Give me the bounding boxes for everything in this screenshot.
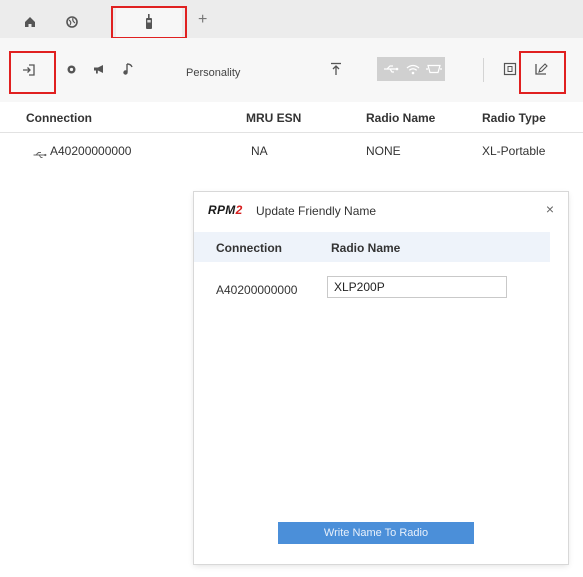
usb-icon: [384, 65, 399, 73]
read-radio-button[interactable]: [500, 59, 520, 79]
table-row[interactable]: A40200000000 NA NONE XL-Portable: [0, 139, 583, 165]
cell-mru-esn: NA: [251, 144, 268, 158]
cell-radio-name: NONE: [366, 144, 401, 158]
music-note-icon: [123, 63, 133, 75]
radio-icon: [146, 14, 152, 29]
serial-connection-button[interactable]: [423, 59, 445, 79]
wifi-icon: [406, 64, 420, 74]
column-radio-name[interactable]: Radio Name: [366, 111, 435, 125]
tab-network[interactable]: [52, 7, 92, 37]
cell-connection: A40200000000: [50, 144, 132, 158]
close-icon[interactable]: ×: [546, 201, 554, 217]
column-mru-esn[interactable]: MRU ESN: [246, 111, 301, 125]
wifi-connection-button[interactable]: [403, 59, 423, 79]
edit-name-icon: [535, 63, 548, 75]
toolbar-divider: [483, 58, 484, 82]
write-name-to-radio-button[interactable]: Write Name To Radio: [278, 522, 474, 544]
connection-table-header: Connection MRU ESN Radio Name Radio Type: [0, 104, 583, 133]
dialog-table-header: Connection Radio Name: [194, 232, 550, 262]
usb-icon: [33, 146, 47, 164]
tab-home[interactable]: [10, 7, 50, 37]
serial-port-icon: [426, 64, 442, 74]
dialog-column-radio-name: Radio Name: [331, 241, 401, 255]
write-radio-button[interactable]: [531, 59, 551, 79]
settings-button[interactable]: [63, 61, 79, 77]
update-friendly-name-dialog: RPM2 Update Friendly Name × Connection R…: [194, 192, 568, 564]
announce-button[interactable]: [90, 61, 108, 77]
dialog-cell-connection: A40200000000: [216, 283, 298, 297]
rpm2-logo: RPM2: [208, 203, 243, 217]
read-radio-icon: [503, 62, 517, 76]
sign-in-icon: [23, 64, 35, 76]
connect-button[interactable]: [18, 59, 40, 81]
usb-connection-button[interactable]: [380, 59, 402, 79]
column-connection[interactable]: Connection: [26, 111, 92, 125]
globe-icon: [66, 16, 78, 28]
toolbar: Personality: [0, 38, 583, 102]
dialog-header: RPM2 Update Friendly Name ×: [194, 192, 568, 228]
home-icon: [25, 17, 35, 27]
dialog-title: Update Friendly Name: [256, 204, 377, 218]
personality-button[interactable]: Personality: [186, 67, 240, 79]
audio-button[interactable]: [119, 60, 137, 78]
tab-radio[interactable]: [116, 7, 182, 37]
upload-button[interactable]: [326, 59, 346, 79]
add-tab-button[interactable]: +: [198, 12, 207, 28]
gear-icon: [67, 65, 75, 73]
dialog-column-connection: Connection: [216, 241, 282, 255]
radio-name-input[interactable]: [327, 276, 507, 298]
upload-icon: [331, 62, 341, 75]
cell-radio-type: XL-Portable: [482, 144, 546, 158]
column-radio-type[interactable]: Radio Type: [482, 111, 546, 125]
tab-strip: +: [0, 0, 583, 38]
megaphone-icon: [93, 65, 103, 74]
